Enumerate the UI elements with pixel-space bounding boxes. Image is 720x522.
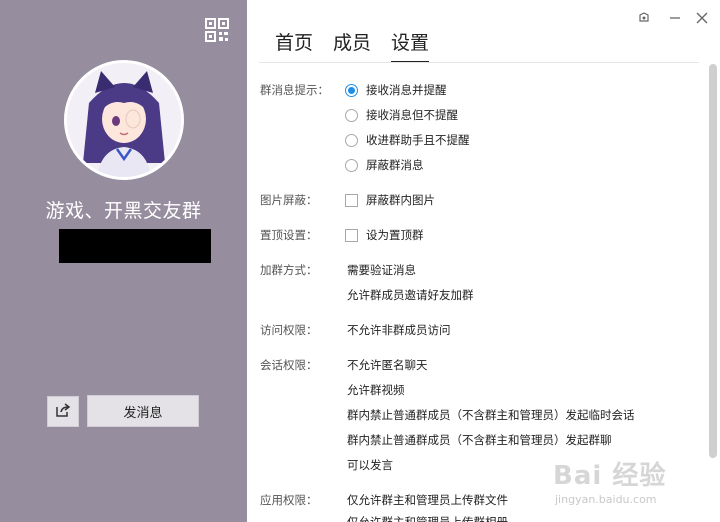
msg-notify-option-block[interactable]: 屏蔽群消息	[345, 157, 424, 173]
msg-notify-option-receive-silent[interactable]: 接收消息但不提醒	[345, 107, 458, 123]
radio-button[interactable]	[345, 108, 358, 122]
app-permission-value: 仅允许群主和管理员上传群文件	[347, 493, 508, 507]
qr-code-icon[interactable]	[205, 18, 229, 42]
scrollbar[interactable]	[709, 64, 717, 458]
access-value: 不允许非群成员访问	[347, 323, 451, 337]
radio-button[interactable]	[345, 158, 358, 172]
access-label: 访问权限：	[260, 323, 318, 337]
radio-button[interactable]	[345, 133, 358, 147]
group-avatar[interactable]	[64, 60, 184, 180]
settings-content: 群消息提示： 接收消息并提醒 接收消息但不提醒 收进群助手且不提醒 屏蔽群消息 …	[247, 0, 720, 522]
session-value: 群内禁止普通群成员（不含群主和管理员）发起群聊	[347, 433, 612, 447]
image-block-label: 图片屏蔽：	[260, 193, 318, 207]
image-block-option[interactable]: 屏蔽群内图片	[345, 192, 435, 208]
share-icon	[55, 402, 71, 422]
group-settings-panel: 首页 成员 设置 群消息提示： 接收消息并提醒 接收消息但不提醒 收进群助手且不…	[247, 0, 720, 522]
checkbox[interactable]	[345, 193, 358, 207]
app-permission-label: 应用权限：	[260, 493, 318, 507]
session-value: 允许群视频	[347, 383, 405, 397]
group-profile-panel: 游戏、开黑交友群 发消息	[0, 0, 247, 522]
session-value: 群内禁止普通群成员（不含群主和管理员）发起临时会话	[347, 408, 635, 422]
app-permission-value: 仅允许群主和管理员上传群相册	[347, 515, 508, 522]
msg-notify-option-assistant[interactable]: 收进群助手且不提醒	[345, 132, 470, 148]
watermark: Bai 经验 jingyan.baidu.com	[553, 455, 713, 517]
msg-notify-label: 群消息提示：	[260, 83, 329, 97]
msg-notify-option-receive-notify[interactable]: 接收消息并提醒	[345, 82, 447, 98]
join-method-value: 允许群成员邀请好友加群	[347, 288, 474, 302]
session-value: 不允许匿名聊天	[347, 358, 428, 372]
watermark-url: jingyan.baidu.com	[555, 493, 657, 506]
join-method-value: 需要验证消息	[347, 263, 416, 277]
share-button[interactable]	[47, 396, 79, 427]
session-label: 会话权限：	[260, 358, 318, 372]
redacted-block	[59, 229, 211, 263]
checkbox[interactable]	[345, 228, 358, 242]
radio-button[interactable]	[345, 83, 358, 97]
join-method-label: 加群方式：	[260, 263, 318, 277]
send-message-button[interactable]: 发消息	[87, 395, 199, 427]
session-value: 可以发言	[347, 458, 393, 472]
group-name: 游戏、开黑交友群	[45, 200, 202, 222]
watermark-logo: Bai 经验	[553, 461, 667, 491]
pin-option[interactable]: 设为置顶群	[345, 227, 424, 243]
pin-label: 置顶设置：	[260, 228, 318, 242]
